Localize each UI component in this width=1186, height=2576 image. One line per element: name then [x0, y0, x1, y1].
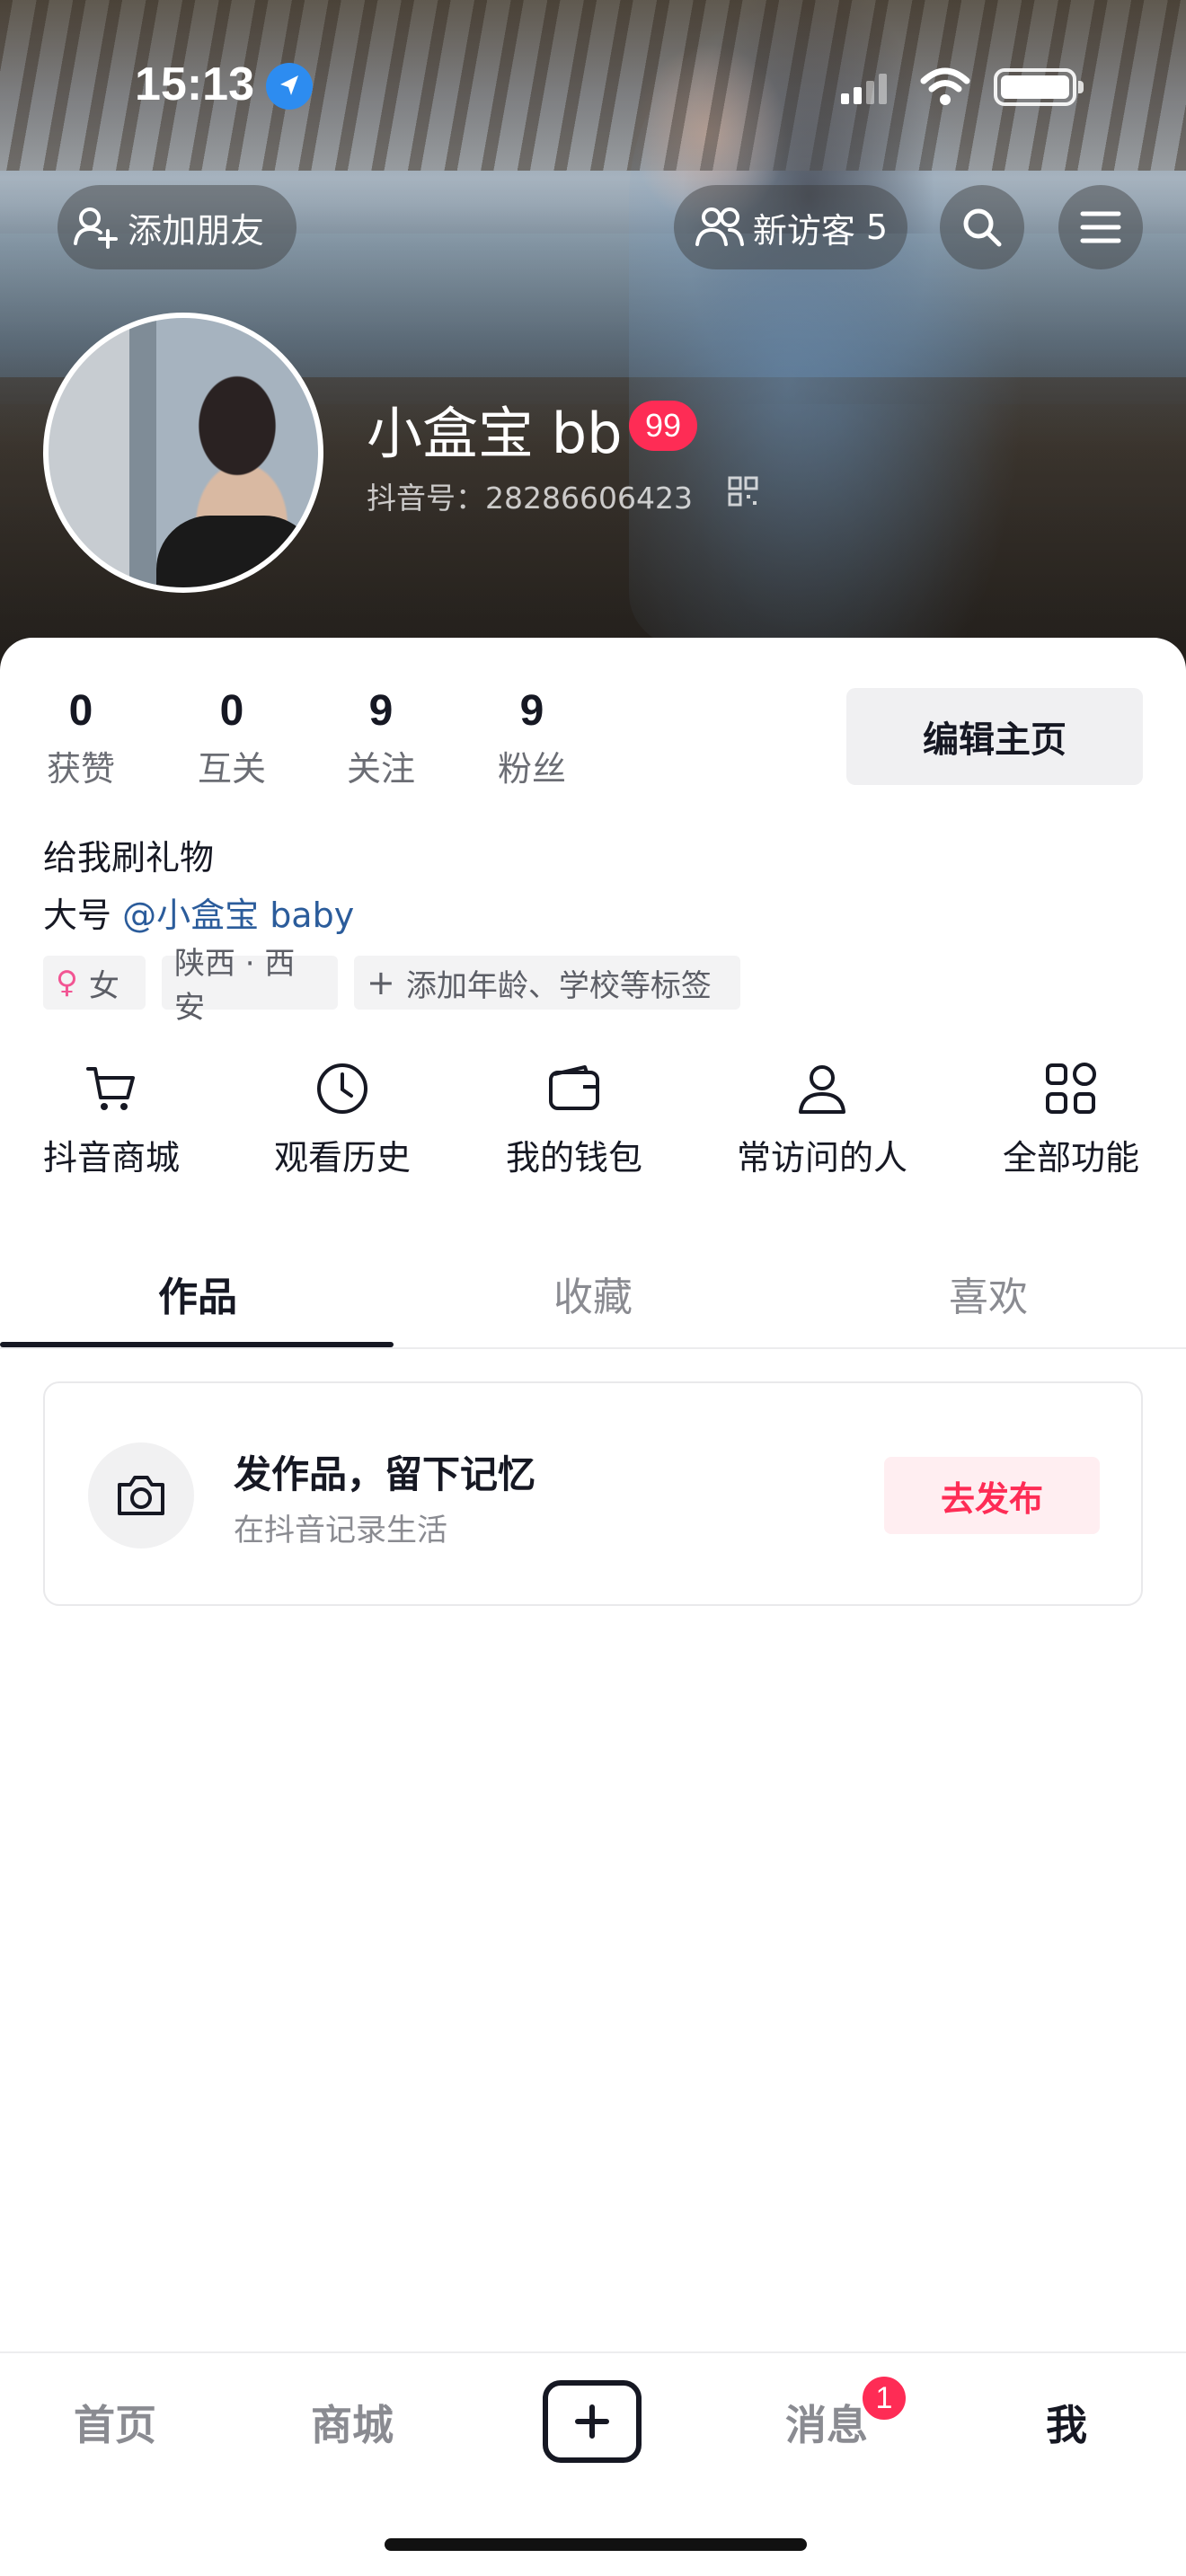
- plus-icon: [575, 2404, 609, 2439]
- stat-followers-label: 粉丝: [497, 749, 566, 789]
- alt-account-line: 大号 @小盒宝 baby: [43, 887, 354, 937]
- camera-icon: [118, 1476, 164, 1515]
- create-post-button[interactable]: [543, 2380, 642, 2463]
- avatar[interactable]: [43, 313, 323, 593]
- alt-account-mention[interactable]: @小盒宝 baby: [122, 895, 354, 935]
- shortcut-watch-history-label: 观看历史: [274, 1138, 412, 1178]
- camera-button[interactable]: [88, 1442, 194, 1548]
- visitors-icon: [695, 207, 744, 246]
- add-tags-label: 添加年龄、学校等标签: [405, 967, 712, 1004]
- shortcut-douyin-mall-label: 抖音商城: [43, 1138, 181, 1178]
- nav-mall[interactable]: 商城: [311, 2393, 394, 2452]
- add-person-icon: [74, 207, 118, 249]
- level-badge[interactable]: 99: [629, 401, 697, 451]
- shortcut-frequent-visitors-label: 常访问的人: [737, 1138, 908, 1178]
- qr-code-icon[interactable]: [728, 476, 758, 507]
- stat-following-value: 9: [368, 687, 394, 735]
- douyin-id[interactable]: 抖音号：28286606423: [367, 474, 693, 517]
- add-friend-button[interactable]: 添加朋友: [58, 185, 296, 269]
- wallet-icon: [549, 1065, 599, 1110]
- stat-mutual[interactable]: 0 互关: [178, 686, 286, 790]
- nav-home[interactable]: 首页: [74, 2393, 156, 2452]
- profile-name: 小盒宝 bb: [367, 401, 623, 466]
- clock-icon: [317, 1063, 367, 1114]
- gender-tag-label: 女: [88, 967, 119, 1004]
- stat-following-label: 关注: [346, 749, 415, 789]
- cellular-signal-icon: [841, 74, 887, 104]
- shortcut-all-features-label: 全部功能: [1003, 1138, 1140, 1178]
- publish-button[interactable]: 去发布: [884, 1457, 1100, 1534]
- stat-followers[interactable]: 9 粉丝: [478, 686, 586, 790]
- shortcut-wallet[interactable]: 我的钱包: [506, 1060, 642, 1179]
- stat-likes-value: 0: [68, 687, 93, 735]
- tab-works[interactable]: 作品: [0, 1265, 395, 1322]
- bio-text: 给我刷礼物: [43, 838, 215, 878]
- visitors-label: 新访客: [752, 210, 855, 251]
- stat-mutual-label: 互关: [197, 749, 266, 789]
- status-time: 15:13: [135, 58, 254, 110]
- shortcut-wallet-label: 我的钱包: [506, 1138, 643, 1178]
- post-prompt-subtitle: 在抖音记录生活: [234, 1513, 447, 1548]
- menu-button[interactable]: [1058, 185, 1143, 269]
- person-icon: [799, 1065, 845, 1114]
- stat-likes[interactable]: 0 获赞: [27, 686, 135, 790]
- stat-following[interactable]: 9 关注: [327, 686, 435, 790]
- add-friend-label: 添加朋友: [128, 210, 265, 251]
- plus-icon: +: [367, 963, 395, 1002]
- stat-mutual-value: 0: [219, 687, 244, 735]
- shortcut-all-features[interactable]: 全部功能: [1003, 1060, 1139, 1179]
- stat-followers-value: 9: [519, 687, 544, 735]
- tab-divider: [0, 1347, 1186, 1349]
- home-indicator: [385, 2538, 807, 2551]
- location-tag-label: 陕西 · 西安: [174, 946, 296, 1026]
- messages-badge: 1: [859, 2373, 909, 2423]
- nav-me[interactable]: 我: [1046, 2393, 1087, 2452]
- location-arrow-icon: [266, 63, 313, 110]
- alt-account-prefix: 大号: [43, 895, 112, 935]
- search-button[interactable]: [940, 185, 1024, 269]
- stat-likes-label: 获赞: [46, 749, 115, 789]
- location-tag[interactable]: 陕西 · 西安: [162, 946, 338, 1026]
- gender-tag[interactable]: ♀ 女: [43, 956, 146, 1010]
- search-icon: [963, 208, 1002, 247]
- grid-icon: [1046, 1063, 1096, 1114]
- wifi-icon: [920, 67, 970, 105]
- nav-messages[interactable]: 消息: [785, 2393, 868, 2452]
- new-visitors-button[interactable]: 新访客 5: [674, 185, 907, 269]
- shortcut-frequent-visitors[interactable]: 常访问的人: [737, 1060, 907, 1179]
- post-prompt-title: 发作品，留下记忆: [234, 1452, 536, 1496]
- add-tags-button[interactable]: + 添加年龄、学校等标签: [354, 956, 740, 1010]
- post-prompt-card: 发作品，留下记忆 在抖音记录生活 去发布: [43, 1381, 1143, 1606]
- female-icon: ♀: [56, 965, 78, 1001]
- battery-icon: [994, 68, 1084, 106]
- tab-likes[interactable]: 喜欢: [791, 1265, 1186, 1322]
- hamburger-menu-icon: [1080, 211, 1121, 243]
- visitors-count: 5: [865, 207, 889, 247]
- cart-icon: [86, 1067, 135, 1110]
- edit-profile-button[interactable]: 编辑主页: [846, 688, 1143, 785]
- shortcut-watch-history[interactable]: 观看历史: [274, 1060, 411, 1179]
- tab-favorites[interactable]: 收藏: [395, 1265, 791, 1322]
- shortcut-douyin-mall[interactable]: 抖音商城: [43, 1060, 180, 1179]
